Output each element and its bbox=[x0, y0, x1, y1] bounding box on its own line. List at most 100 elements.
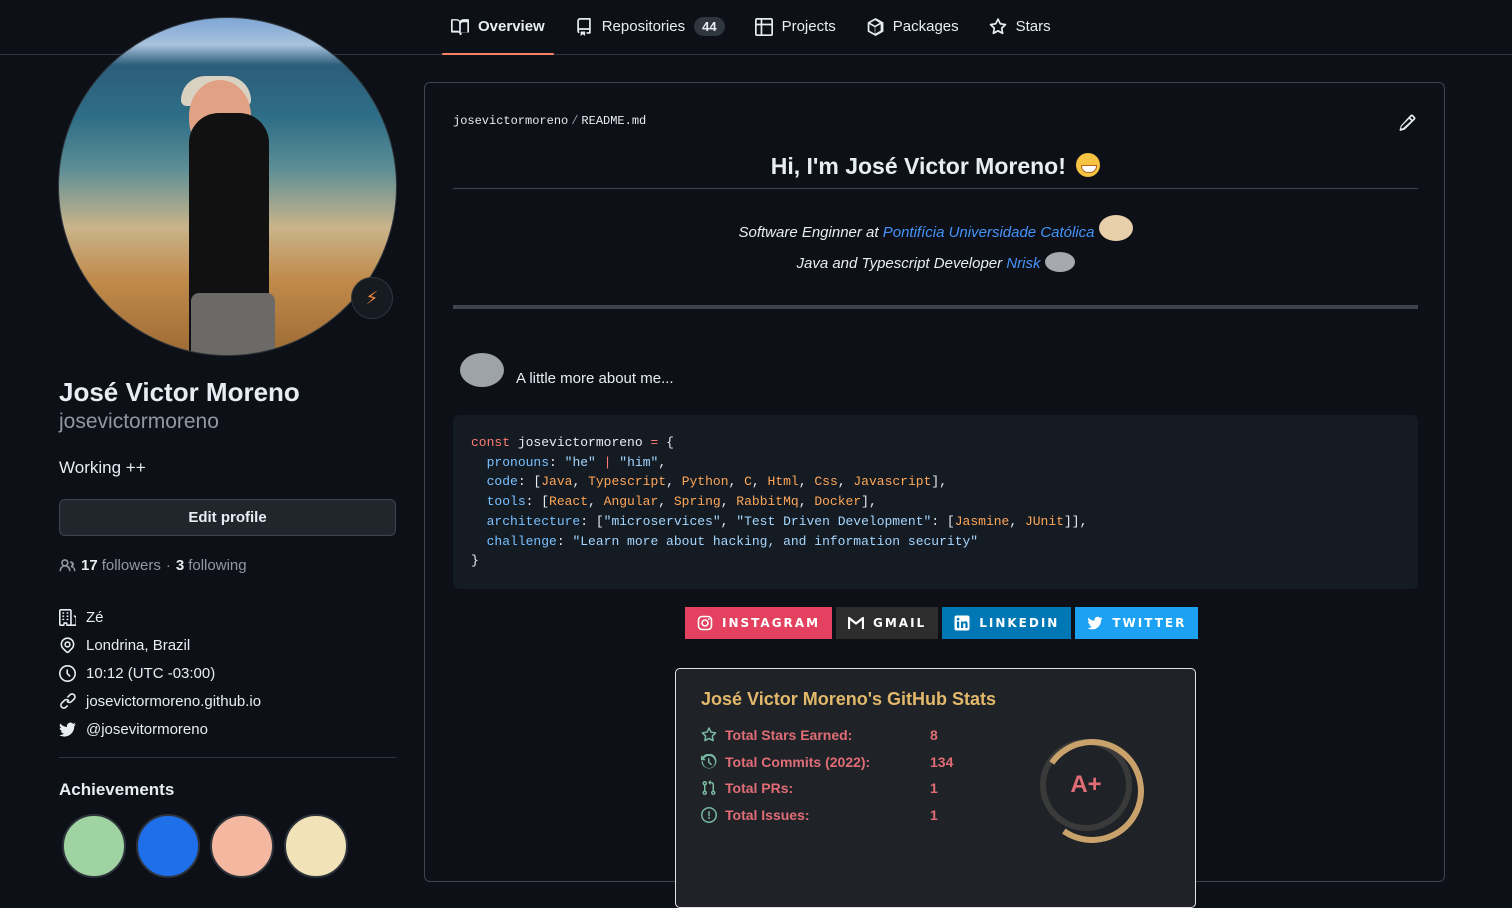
achievement-badge[interactable] bbox=[284, 814, 348, 878]
code-code-key: code bbox=[486, 474, 518, 490]
tab-projects[interactable]: Projects bbox=[746, 0, 845, 53]
book-icon bbox=[451, 18, 469, 35]
location-icon bbox=[60, 636, 75, 653]
github-stats-card: José Victor Moreno's GitHub Stats Total … bbox=[675, 668, 1196, 908]
code-token: Java bbox=[541, 474, 573, 490]
achievements-heading: Achievements bbox=[59, 780, 175, 799]
social-badges: INSTAGRAM GMAIL LINKEDIN TWITTER bbox=[685, 607, 1202, 639]
stat-label: Total PRs: bbox=[725, 780, 794, 796]
instagram-icon bbox=[697, 615, 713, 631]
about-me-text: A little more about me... bbox=[516, 370, 674, 387]
set-status-button[interactable]: ⚡ bbox=[351, 277, 393, 319]
follow-stats: 17 followers · 3 following bbox=[59, 557, 247, 574]
package-icon bbox=[867, 17, 884, 36]
linkedin-label: LINKEDIN bbox=[979, 616, 1060, 630]
gmail-label: GMAIL bbox=[873, 616, 927, 630]
profile-username: josevictormoreno bbox=[59, 410, 219, 433]
code-string: "him" bbox=[619, 454, 659, 470]
tab-overview[interactable]: Overview bbox=[442, 0, 554, 55]
achievement-badge[interactable] bbox=[210, 814, 274, 878]
code-token: Html bbox=[767, 474, 799, 490]
profile-twitter[interactable]: @josevitormoreno bbox=[59, 715, 261, 743]
profile-readme: josevictormoreno / README.md Hi, I'm José … bbox=[424, 82, 1445, 908]
website-link[interactable]: josevictormoreno.github.io bbox=[86, 693, 261, 710]
code-token: Css bbox=[814, 474, 838, 490]
tab-stars[interactable]: Stars bbox=[980, 0, 1060, 53]
code-string: "he" bbox=[564, 454, 596, 470]
university-link[interactable]: Pontifícia Universidade Católica bbox=[883, 224, 1095, 241]
nrisk-link[interactable]: Nrisk bbox=[1006, 255, 1040, 272]
stats-title: José Victor Moreno's GitHub Stats bbox=[701, 689, 997, 709]
readme-owner-link[interactable]: josevictormoreno bbox=[453, 114, 568, 128]
code-tools-key: tools bbox=[486, 494, 526, 510]
profile-local-time: 10:12 (UTC -03:00) bbox=[59, 659, 261, 687]
tab-repositories[interactable]: Repositories 44 bbox=[566, 0, 734, 53]
code-string: "microservices" bbox=[603, 513, 721, 529]
readme-file-link[interactable]: README.md bbox=[581, 114, 646, 128]
stat-value: 8 bbox=[930, 727, 938, 743]
intro-line-2: Java and Typescript Developer Nrisk bbox=[453, 248, 1418, 279]
link-icon bbox=[60, 692, 76, 709]
path-separator: / bbox=[571, 114, 579, 128]
twitter-bird-icon bbox=[1087, 616, 1103, 630]
stat-value: 1 bbox=[930, 780, 938, 796]
tab-repositories-label: Repositories bbox=[601, 18, 686, 35]
code-token: Typescript bbox=[588, 474, 667, 490]
tab-overview-label: Overview bbox=[478, 18, 545, 35]
achievement-badge[interactable] bbox=[62, 814, 126, 878]
local-time-text: 10:12 (UTC -03:00) bbox=[86, 664, 216, 682]
code-token: Spring bbox=[673, 494, 721, 510]
code-architecture-key: architecture bbox=[486, 513, 581, 529]
star-icon bbox=[701, 727, 717, 742]
linkedin-icon bbox=[954, 615, 970, 631]
followers-link[interactable]: 17 followers bbox=[81, 557, 161, 574]
edit-profile-button[interactable]: Edit profile bbox=[59, 499, 396, 536]
twitter-handle[interactable]: @josevitormoreno bbox=[86, 721, 208, 738]
code-variable: josevictormoreno bbox=[517, 435, 643, 450]
intro-line-1: Software Enginner at Pontifícia Universi… bbox=[453, 215, 1418, 248]
clock-icon bbox=[59, 664, 76, 682]
stats-grade-ring: A+ bbox=[1040, 739, 1132, 831]
readme-path: josevictormoreno / README.md bbox=[453, 114, 646, 128]
people-icon bbox=[59, 559, 76, 572]
stat-value: 134 bbox=[930, 754, 954, 770]
graduate-sticker-icon bbox=[1098, 215, 1133, 241]
following-link[interactable]: 3 following bbox=[176, 557, 247, 574]
stat-row: Total Stars Earned: 8 bbox=[701, 727, 938, 743]
code-keyword: const bbox=[471, 435, 511, 450]
code-pronouns-key: pronouns bbox=[486, 454, 550, 470]
linkedin-badge[interactable]: LINKEDIN bbox=[942, 607, 1072, 639]
code-string: "Test Driven Development" bbox=[736, 513, 932, 529]
follow-separator: · bbox=[165, 557, 171, 574]
avatar[interactable] bbox=[58, 17, 397, 356]
edit-readme-button[interactable] bbox=[1398, 114, 1416, 137]
code-challenge-key: challenge bbox=[486, 533, 557, 549]
gmail-icon bbox=[848, 616, 865, 629]
achievement-badge[interactable] bbox=[136, 814, 200, 878]
profile-tabs: Overview Repositories 44 Projects Packag… bbox=[442, 0, 1072, 55]
gmail-badge[interactable]: GMAIL bbox=[836, 607, 939, 639]
cat-sticker-icon bbox=[460, 353, 504, 387]
profile-website[interactable]: josevictormoreno.github.io bbox=[59, 687, 261, 715]
twitter-icon bbox=[59, 722, 76, 737]
tab-packages[interactable]: Packages bbox=[857, 0, 968, 53]
tab-projects-label: Projects bbox=[781, 18, 836, 35]
grinning-face-icon bbox=[1076, 153, 1101, 177]
profile-details: Zé Londrina, Brazil 10:12 (UTC -03:00) j… bbox=[59, 603, 261, 743]
code-token: Javascript bbox=[853, 474, 932, 490]
followers-count: 17 bbox=[81, 557, 98, 574]
achievement-badges bbox=[62, 814, 358, 878]
sidebar-divider bbox=[59, 757, 396, 758]
repositories-count-badge: 44 bbox=[694, 17, 725, 36]
instagram-badge[interactable]: INSTAGRAM bbox=[685, 607, 833, 639]
stat-row: Total Issues: 1 bbox=[701, 807, 938, 823]
twitter-badge[interactable]: TWITTER bbox=[1075, 607, 1199, 639]
profile-company: Zé bbox=[59, 603, 261, 631]
pull-request-icon bbox=[702, 780, 716, 796]
stat-value: 1 bbox=[930, 807, 938, 823]
readme-title-text: Hi, I'm José Victor Moreno! bbox=[770, 153, 1066, 179]
code-token: Docker bbox=[814, 494, 862, 510]
readme-divider bbox=[453, 305, 1418, 309]
code-token: Python bbox=[681, 474, 729, 490]
code-token: Jasmine bbox=[954, 513, 1010, 529]
